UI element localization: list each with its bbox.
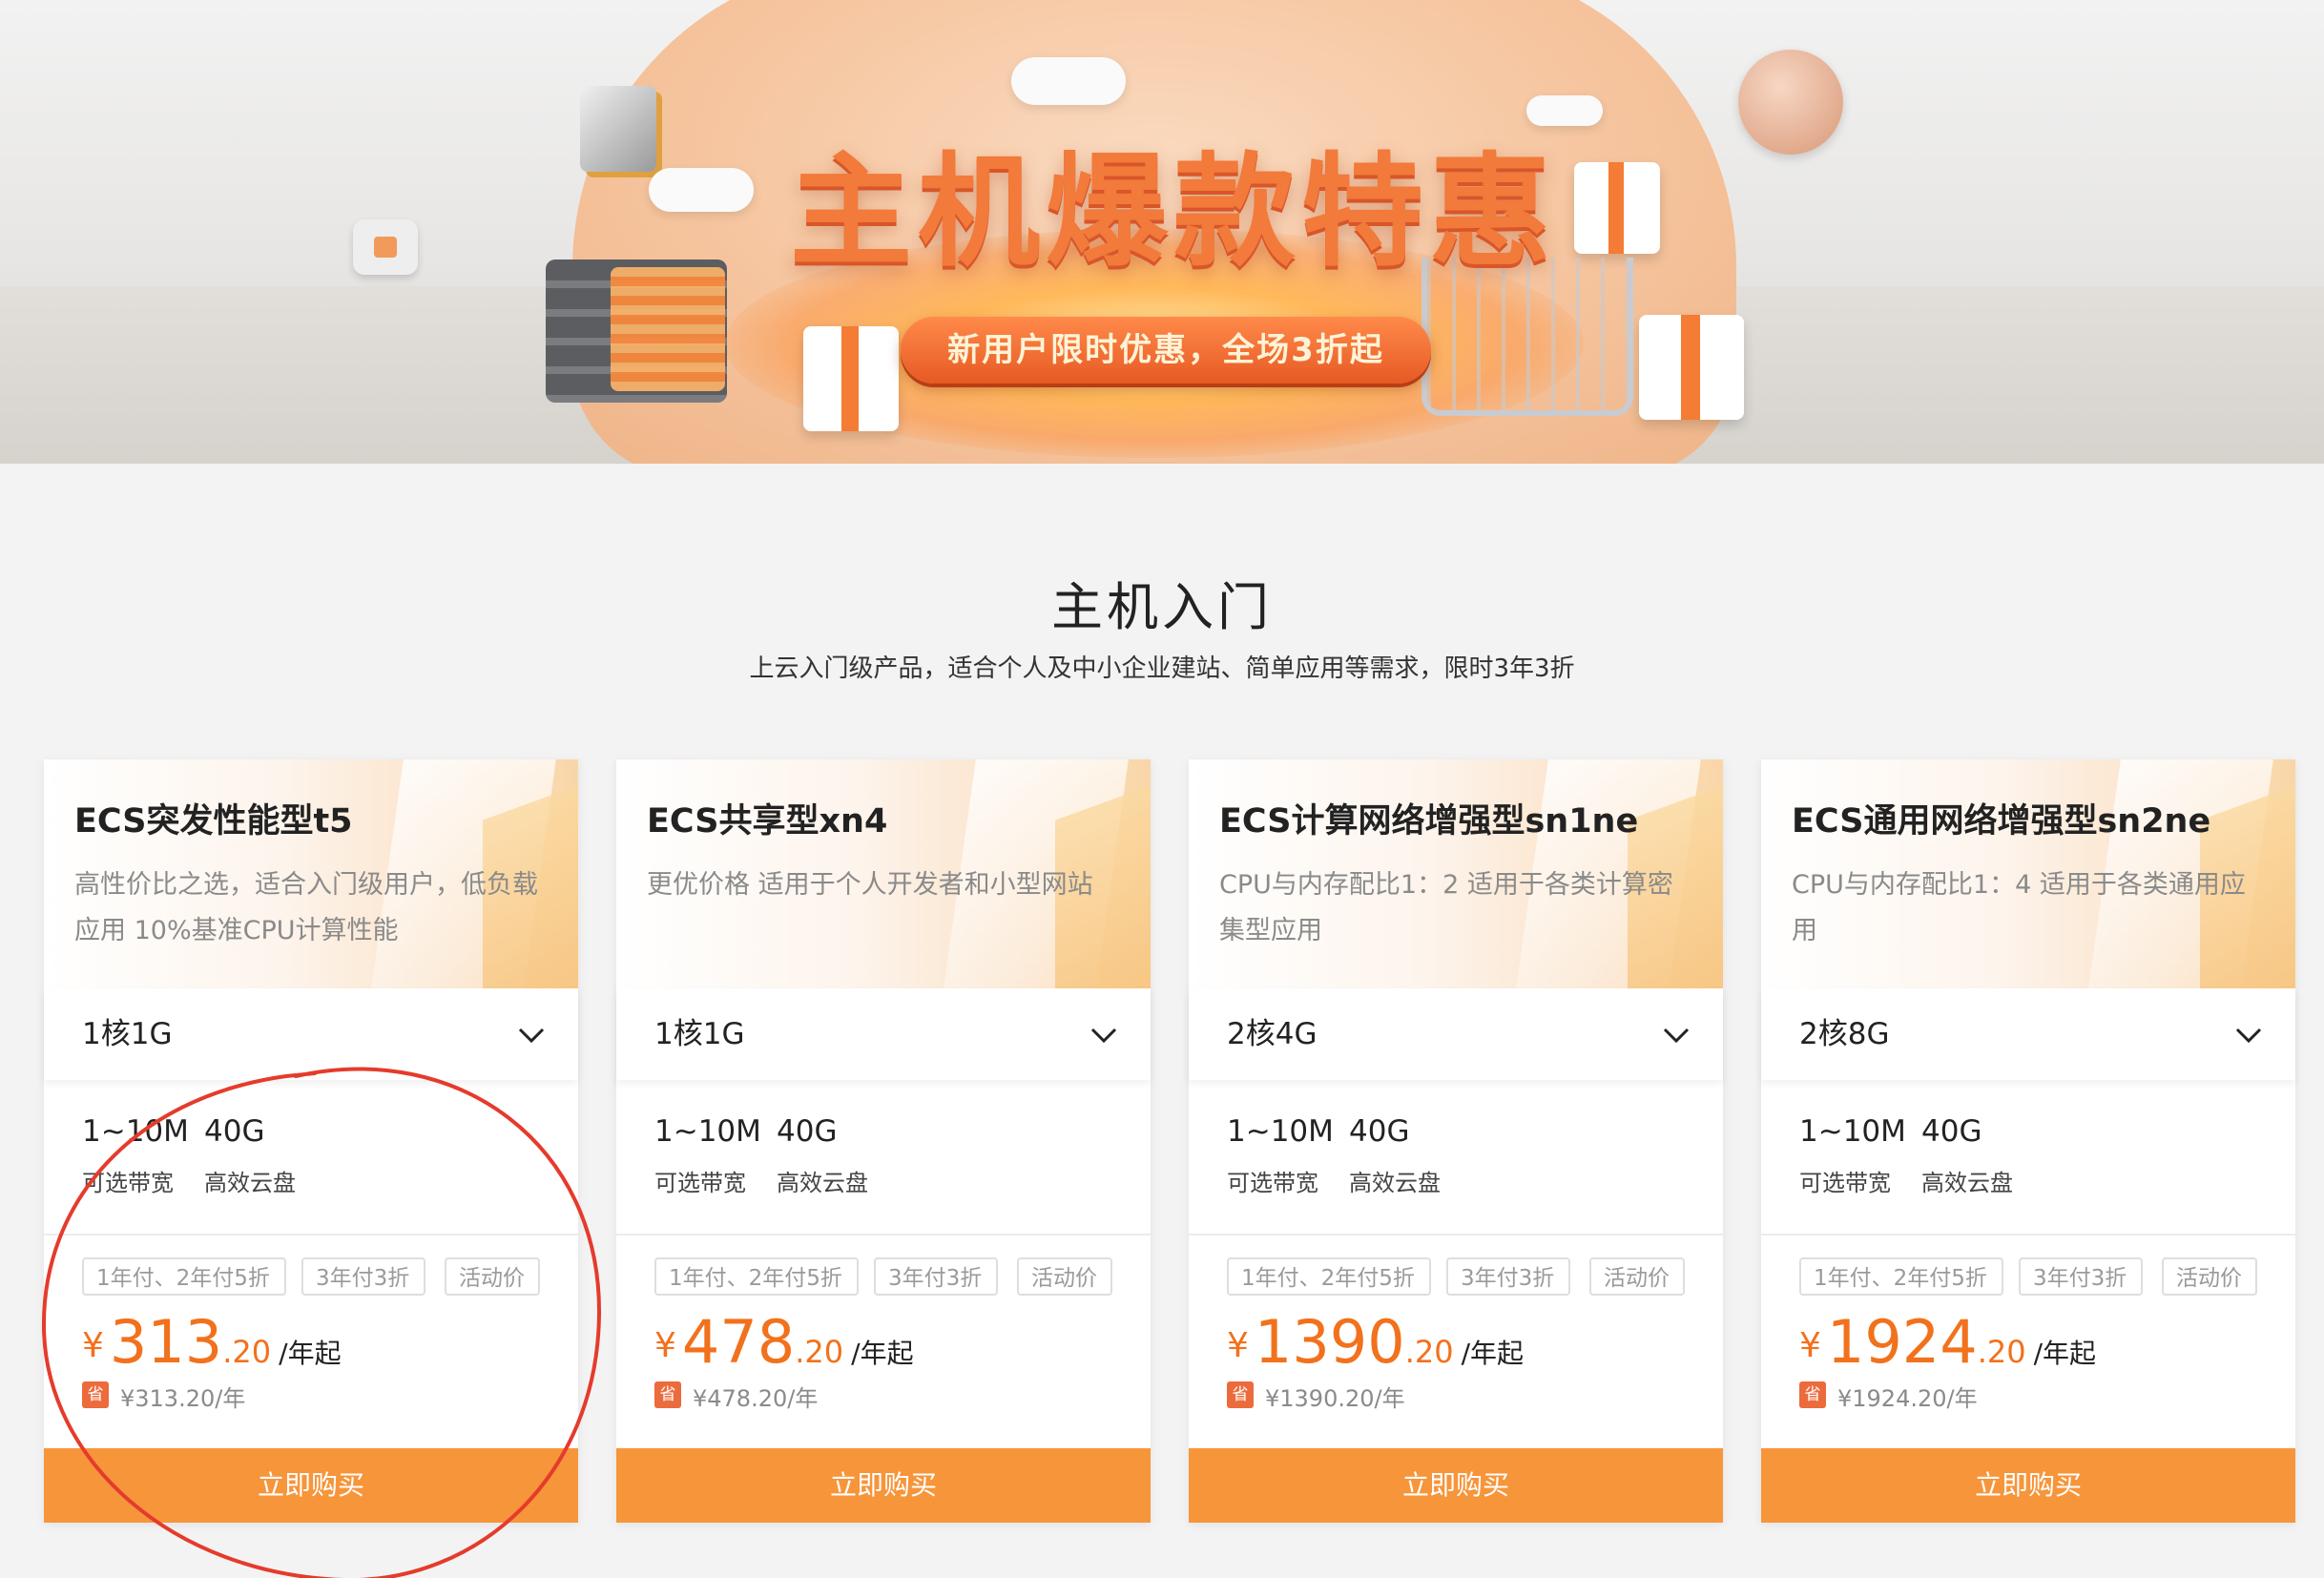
annotation-circle [41,1067,602,1578]
